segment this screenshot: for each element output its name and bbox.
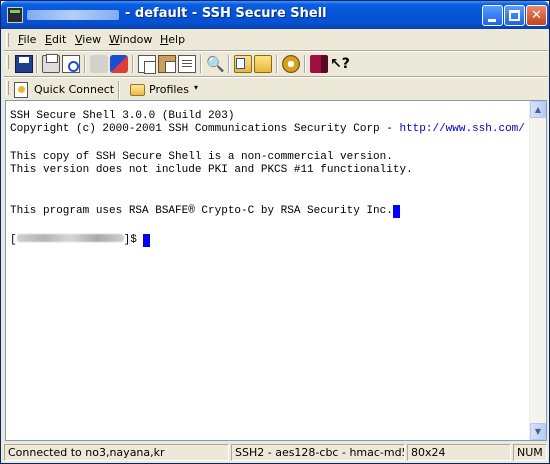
blurred-hostname [27, 10, 119, 20]
menu-bar: File Edit View Window Help [4, 30, 548, 50]
folder-icon[interactable] [254, 55, 272, 73]
menu-view[interactable]: View [75, 33, 101, 46]
terminal-line: This version does not include PKI and PK… [10, 164, 413, 176]
print-icon[interactable] [42, 54, 60, 73]
document-icon[interactable] [178, 55, 196, 73]
menu-file[interactable]: File [18, 33, 36, 46]
toolbar-separator [200, 55, 202, 73]
status-bar: Connected to no3,nayana,kr SSH2 - aes128… [1, 442, 549, 463]
new-file-transfer-icon[interactable] [234, 55, 252, 73]
connection-status: Connected to no3,nayana,kr [4, 444, 229, 461]
toolbar-separator [132, 55, 134, 73]
maximize-icon [509, 10, 520, 21]
scroll-up-button[interactable]: ▲ [530, 101, 546, 118]
folder-icon [130, 84, 145, 96]
terminal-area[interactable]: SSH Secure Shell 3.0.0 (Build 203) Copyr… [5, 100, 547, 441]
scroll-down-button[interactable]: ▼ [530, 423, 546, 440]
chevron-down-icon: ▾ [194, 83, 199, 92]
toolbar-separator [36, 55, 38, 73]
shell-prompt: []$ [10, 234, 151, 247]
text-cursor [392, 205, 400, 218]
quick-connect-label: Quick Connect [34, 83, 115, 96]
terminal-line: Copyright (c) 2000-2001 SSH Communicatio… [10, 123, 525, 135]
disabled-icon [90, 55, 108, 73]
help-book-icon[interactable] [310, 55, 328, 73]
toolbar-separator [228, 55, 230, 73]
cipher-status: SSH2 - aes128-cbc - hmac-md5 [231, 444, 405, 461]
toolbar-separator [304, 55, 306, 73]
title-bar[interactable]: - default - SSH Secure Shell ✕ [1, 1, 549, 29]
save-icon[interactable] [15, 55, 33, 73]
ssh-window: - default - SSH Secure Shell ✕ File Edit… [0, 0, 550, 464]
menu-edit[interactable]: Edit [45, 33, 66, 46]
terminal-line: This copy of SSH Secure Shell is a non-c… [10, 151, 393, 163]
vertical-scrollbar[interactable]: ▲ ▼ [529, 101, 546, 440]
maximize-button[interactable] [504, 5, 525, 26]
terminal-line: This program uses RSA BSAFE® Crypto-C by… [10, 205, 400, 218]
quick-connect-bar: Quick Connect Profiles ▾ [4, 78, 548, 100]
toolbar-grip[interactable] [6, 81, 9, 95]
copy-icon[interactable] [138, 55, 156, 74]
quick-connect-icon [14, 82, 28, 98]
key-icon[interactable] [110, 55, 128, 73]
terminal-line: SSH Secure Shell 3.0.0 (Build 203) [10, 110, 235, 122]
whats-this-help-icon[interactable]: ↖? [330, 55, 350, 73]
minimize-button[interactable] [482, 5, 503, 26]
prompt-cursor [143, 234, 151, 247]
toolbar-grip[interactable] [6, 55, 9, 69]
close-icon: ✕ [531, 8, 542, 23]
menu-help[interactable]: Help [160, 33, 185, 46]
toolbar-separator [84, 55, 86, 73]
find-icon[interactable]: 🔍 [206, 55, 225, 73]
terminal-app-icon [7, 7, 23, 23]
paste-icon[interactable] [158, 55, 176, 73]
blurred-user-host [16, 234, 124, 243]
print-preview-icon[interactable] [62, 55, 80, 73]
profiles-label: Profiles [149, 83, 189, 96]
close-button[interactable]: ✕ [526, 5, 547, 26]
menu-window[interactable]: Window [109, 33, 152, 46]
terminal-size-status: 80x24 [407, 444, 511, 461]
ssh-url-link[interactable]: http://www.ssh.com/ [399, 123, 524, 135]
minimize-icon [488, 19, 496, 22]
window-title: - default - SSH Secure Shell [125, 6, 327, 21]
menubar-grip[interactable] [6, 33, 9, 47]
toolbar-separator [276, 55, 278, 73]
numlock-status: NUM [513, 444, 547, 461]
main-toolbar: 🔍 ↖? [4, 52, 548, 76]
toolbar-separator [118, 81, 120, 99]
settings-icon[interactable] [282, 55, 300, 73]
